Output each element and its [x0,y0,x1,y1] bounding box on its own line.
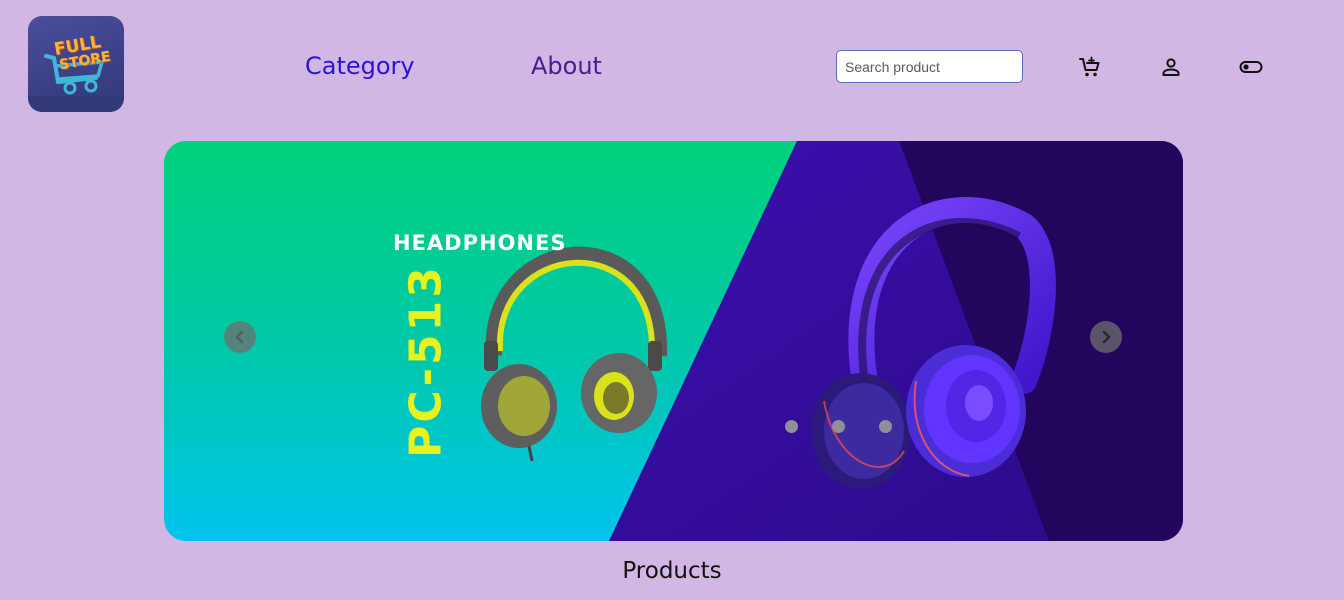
page: FULL STORE Category About Search product… [0,0,1344,600]
chevron-left-icon [235,330,244,344]
add-to-cart-icon [1079,56,1100,77]
store-logo[interactable]: FULL STORE [28,16,124,112]
user-icon [1162,58,1180,76]
hero-headline: HEADPHONES [393,231,567,255]
carousel-next-button[interactable] [1090,321,1122,353]
nav-category-link[interactable]: Category [305,51,415,81]
theme-toggle-button[interactable] [1238,54,1264,80]
nav-about-link[interactable]: About [531,51,602,81]
theme-toggle-icon [1239,61,1263,73]
chevron-right-icon [1102,330,1111,344]
hero-carousel: HEADPHONES PC-513 [164,141,1183,541]
hero-model-number: PC-513 [400,264,452,458]
carousel-dot-3[interactable] [879,420,892,433]
cart-button[interactable] [1077,54,1103,80]
hero-slide-image [164,141,1183,541]
products-section-title: Products [622,558,722,584]
carousel-prev-button[interactable] [224,321,256,353]
carousel-dot-2[interactable] [832,420,845,433]
search-input[interactable] [836,50,1023,83]
carousel-dot-1[interactable] [785,420,798,433]
account-button[interactable] [1158,54,1184,80]
